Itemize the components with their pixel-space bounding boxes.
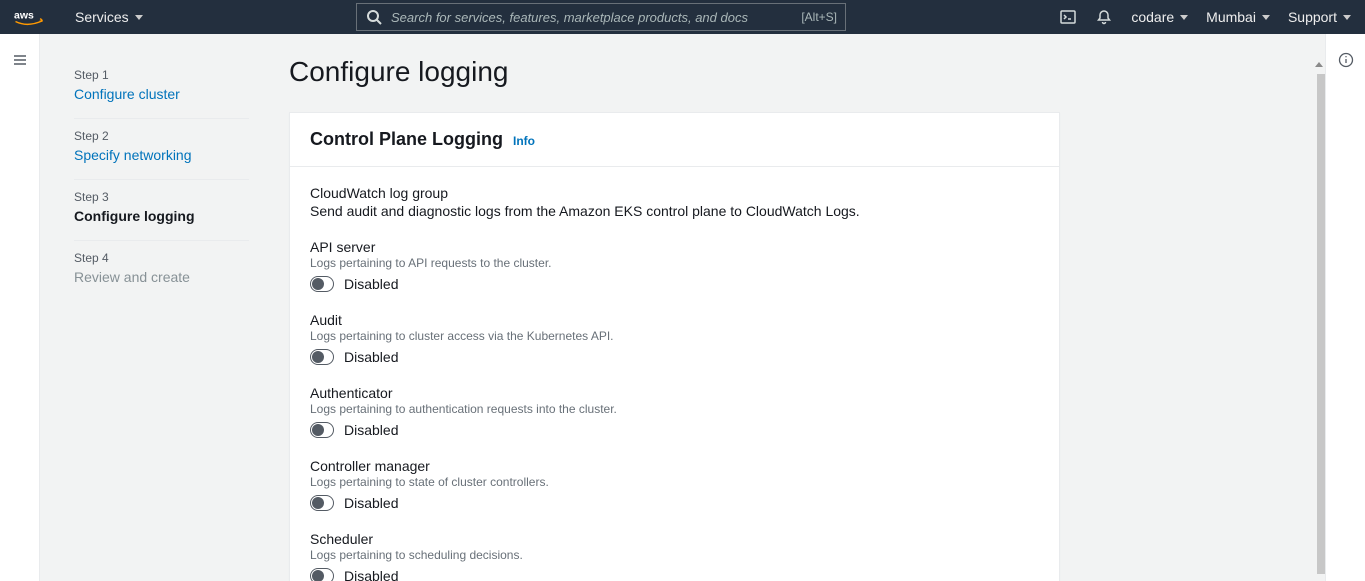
page-title: Configure logging bbox=[289, 56, 1060, 88]
step-number: Step 2 bbox=[74, 129, 249, 143]
caret-down-icon bbox=[135, 15, 143, 20]
services-label: Services bbox=[75, 9, 129, 25]
toggle-desc: Logs pertaining to scheduling decisions. bbox=[310, 548, 1039, 562]
caret-down-icon bbox=[1180, 15, 1188, 20]
toggle-controller-manager: Controller manager Logs pertaining to st… bbox=[310, 458, 1039, 511]
aws-logo[interactable]: aws bbox=[14, 0, 59, 34]
region-menu[interactable]: Mumbai bbox=[1206, 0, 1270, 34]
support-menu[interactable]: Support bbox=[1288, 0, 1351, 34]
main-scroll[interactable]: Step 1 Configure cluster Step 2 Specify … bbox=[40, 34, 1325, 581]
caret-down-icon bbox=[1343, 15, 1351, 20]
hamburger-icon[interactable] bbox=[12, 52, 28, 71]
body: Step 1 Configure cluster Step 2 Specify … bbox=[0, 34, 1365, 581]
control-plane-logging-panel: Control Plane Logging Info CloudWatch lo… bbox=[289, 112, 1060, 581]
cloudshell-icon[interactable] bbox=[1059, 8, 1077, 26]
right-rail bbox=[1325, 34, 1365, 581]
panel-body: CloudWatch log group Send audit and diag… bbox=[290, 167, 1059, 581]
section-desc: Send audit and diagnostic logs from the … bbox=[310, 203, 1039, 219]
toggle-desc: Logs pertaining to cluster access via th… bbox=[310, 329, 1039, 343]
wizard-steps: Step 1 Configure cluster Step 2 Specify … bbox=[74, 56, 249, 581]
wizard-step-1[interactable]: Step 1 Configure cluster bbox=[74, 58, 249, 119]
toggle-label: API server bbox=[310, 239, 1039, 255]
toggle-state: Disabled bbox=[344, 422, 398, 438]
step-title: Configure cluster bbox=[74, 86, 249, 102]
step-title: Review and create bbox=[74, 269, 249, 285]
account-menu[interactable]: codare bbox=[1131, 0, 1188, 34]
toggle-state: Disabled bbox=[344, 568, 398, 581]
toggle-scheduler: Scheduler Logs pertaining to scheduling … bbox=[310, 531, 1039, 581]
services-menu[interactable]: Services bbox=[75, 0, 143, 34]
wizard-step-2[interactable]: Step 2 Specify networking bbox=[74, 119, 249, 180]
svg-text:aws: aws bbox=[14, 10, 34, 22]
help-info-icon[interactable] bbox=[1338, 52, 1354, 71]
step-title: Specify networking bbox=[74, 147, 249, 163]
toggle-state: Disabled bbox=[344, 276, 398, 292]
toggle-state: Disabled bbox=[344, 349, 398, 365]
toggle-label: Authenticator bbox=[310, 385, 1039, 401]
notifications-icon[interactable] bbox=[1095, 8, 1113, 26]
toggle-desc: Logs pertaining to authentication reques… bbox=[310, 402, 1039, 416]
scroll-up-icon[interactable] bbox=[1315, 62, 1323, 67]
top-navigation: aws Services [Alt+S] bbox=[0, 0, 1365, 34]
search-input[interactable] bbox=[391, 10, 793, 25]
scrollbar-thumb[interactable] bbox=[1317, 74, 1325, 574]
toggle-switch[interactable] bbox=[310, 422, 334, 438]
main-inner: Step 1 Configure cluster Step 2 Specify … bbox=[40, 34, 1100, 581]
step-number: Step 3 bbox=[74, 190, 249, 204]
toggle-desc: Logs pertaining to state of cluster cont… bbox=[310, 475, 1039, 489]
support-label: Support bbox=[1288, 9, 1337, 25]
step-title: Configure logging bbox=[74, 208, 249, 224]
info-link[interactable]: Info bbox=[513, 134, 535, 148]
toggle-authenticator: Authenticator Logs pertaining to authent… bbox=[310, 385, 1039, 438]
toggle-switch[interactable] bbox=[310, 568, 334, 581]
step-number: Step 4 bbox=[74, 251, 249, 265]
toggle-api-server: API server Logs pertaining to API reques… bbox=[310, 239, 1039, 292]
toggle-audit: Audit Logs pertaining to cluster access … bbox=[310, 312, 1039, 365]
left-rail bbox=[0, 34, 40, 581]
wizard-step-3[interactable]: Step 3 Configure logging bbox=[74, 180, 249, 241]
toggle-state: Disabled bbox=[344, 495, 398, 511]
account-name: codare bbox=[1131, 9, 1174, 25]
toggle-label: Scheduler bbox=[310, 531, 1039, 547]
search-icon bbox=[365, 8, 383, 26]
step-number: Step 1 bbox=[74, 68, 249, 82]
toggle-label: Controller manager bbox=[310, 458, 1039, 474]
toggle-switch[interactable] bbox=[310, 276, 334, 292]
panel-title: Control Plane Logging bbox=[310, 129, 503, 150]
topnav-right: codare Mumbai Support bbox=[1059, 0, 1351, 34]
content: Configure logging Control Plane Logging … bbox=[289, 56, 1060, 581]
toggle-switch[interactable] bbox=[310, 495, 334, 511]
search-container: [Alt+S] bbox=[356, 3, 846, 31]
toggle-label: Audit bbox=[310, 312, 1039, 328]
panel-header: Control Plane Logging Info bbox=[290, 113, 1059, 167]
region-name: Mumbai bbox=[1206, 9, 1256, 25]
caret-down-icon bbox=[1262, 15, 1270, 20]
toggle-desc: Logs pertaining to API requests to the c… bbox=[310, 256, 1039, 270]
toggle-switch[interactable] bbox=[310, 349, 334, 365]
search-shortcut: [Alt+S] bbox=[801, 10, 837, 24]
section-label: CloudWatch log group bbox=[310, 185, 1039, 201]
wizard-step-4: Step 4 Review and create bbox=[74, 241, 249, 301]
global-search[interactable]: [Alt+S] bbox=[356, 3, 846, 31]
